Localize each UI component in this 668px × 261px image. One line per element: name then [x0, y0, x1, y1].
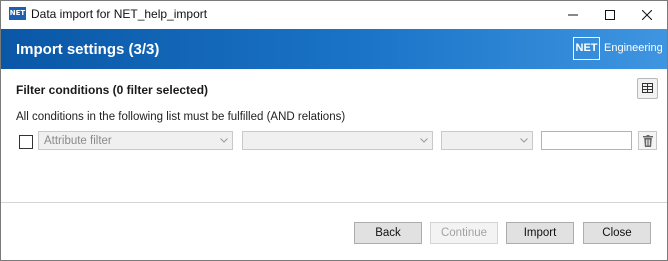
close-icon	[642, 10, 652, 20]
filter-row-checkbox[interactable]	[19, 135, 33, 149]
attribute-filter-select[interactable]: Attribute filter	[38, 131, 233, 150]
continue-button[interactable]: Continue	[430, 222, 498, 244]
delete-filter-button[interactable]	[638, 131, 657, 150]
maximize-button[interactable]	[590, 1, 630, 29]
app-logo-icon: NET	[9, 7, 26, 20]
footer-divider	[1, 202, 667, 203]
import-dialog-window: NET Data import for NET_help_import Impo…	[0, 0, 668, 261]
minimize-icon	[568, 14, 578, 16]
filter-value-input[interactable]	[541, 131, 632, 150]
modifier-select[interactable]	[441, 131, 533, 150]
trash-icon	[643, 135, 653, 147]
chevron-down-icon	[420, 138, 428, 143]
import-button[interactable]: Import	[506, 222, 574, 244]
title-bar: NET Data import for NET_help_import	[1, 1, 667, 29]
filter-hint-text: All conditions in the following list mus…	[16, 111, 346, 123]
chevron-down-icon	[220, 138, 228, 143]
chevron-down-icon	[520, 138, 528, 143]
page-title: Import settings (3/3)	[16, 41, 160, 58]
window-title: Data import for NET_help_import	[31, 7, 208, 21]
minimize-button[interactable]	[553, 1, 593, 29]
window-close-button[interactable]	[627, 1, 667, 29]
filter-grid-button[interactable]	[637, 78, 658, 99]
operator-select[interactable]	[242, 131, 433, 150]
back-button[interactable]: Back	[354, 222, 422, 244]
brand-logo-text: Engineering	[604, 42, 663, 54]
attribute-filter-value: Attribute filter	[44, 135, 112, 147]
wizard-header: Import settings (3/3) NET Engineering	[1, 29, 667, 69]
brand-logo-box: NET	[573, 37, 600, 60]
filter-section-title: Filter conditions (0 filter selected)	[16, 83, 209, 97]
table-grid-icon	[642, 83, 653, 93]
close-button[interactable]: Close	[583, 222, 651, 244]
maximize-icon	[605, 10, 615, 20]
